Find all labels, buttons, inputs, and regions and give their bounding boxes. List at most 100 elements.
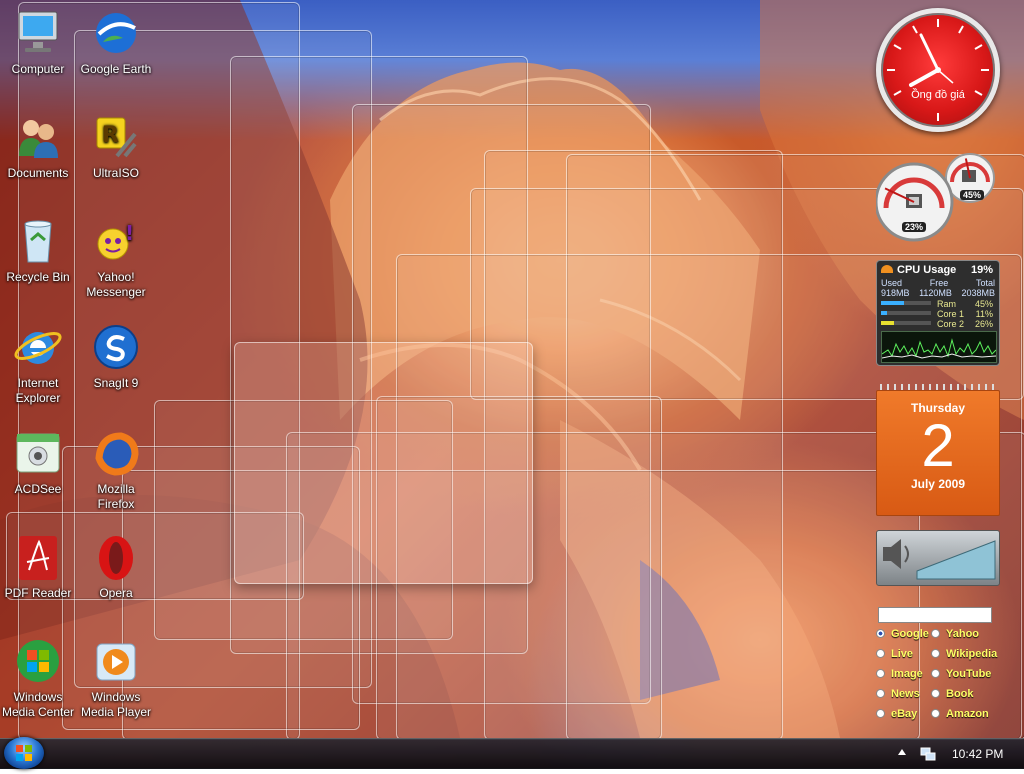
search-option-label: Yahoo — [946, 628, 980, 640]
taskbar: 10:42 PM — [0, 737, 1024, 769]
desktop-icon-opera[interactable]: Opera — [78, 532, 154, 601]
usage-row-value: 45% — [974, 299, 993, 309]
media-center-icon — [13, 636, 63, 686]
search-option-label: YouTube — [946, 668, 992, 680]
search-gadget[interactable]: Google Yahoo Live Wikipedia Image YouTube News… — [876, 606, 1024, 726]
desktop-icon-windows-media-player[interactable]: Windows Media Player — [78, 636, 154, 720]
mem-total-value: 2038MB — [961, 288, 995, 298]
search-option-yahoo[interactable]: Yahoo — [931, 628, 979, 640]
desktop-wallpaper: Computer Documents Recycle Bin Internet … — [0, 0, 1024, 768]
desktop-icon-google-earth[interactable]: Google Earth — [78, 8, 154, 77]
desktop-icon-yahoo-messenger[interactable]: ! Yahoo! Messenger — [78, 216, 154, 300]
icon-label: Windows Media Center — [1, 690, 75, 719]
show-hidden-icons-button[interactable] — [898, 749, 906, 755]
radio-button[interactable] — [876, 649, 885, 658]
desktop-icon-pdf-reader[interactable]: PDF Reader — [0, 532, 76, 601]
recycle-bin-icon — [13, 216, 63, 266]
search-option-label: eBay — [891, 708, 918, 720]
search-option-youtube[interactable]: YouTube — [931, 668, 991, 680]
desktop-icon-recycle-bin[interactable]: Recycle Bin — [0, 216, 76, 285]
mem-header-total: Total — [975, 278, 995, 288]
desktop-icon-internet-explorer[interactable]: Internet Explorer — [0, 322, 76, 406]
cpu-history-graph — [881, 331, 997, 363]
mem-header-used: Used — [881, 278, 903, 288]
icon-label: Documents — [7, 166, 69, 180]
desktop-icon-windows-media-center[interactable]: Windows Media Center — [0, 636, 76, 720]
search-option-wikipedia[interactable]: Wikipedia — [931, 648, 997, 660]
gauge-icon — [881, 265, 893, 273]
firefox-icon — [91, 428, 141, 478]
search-option-ebay[interactable]: eBay — [876, 708, 917, 720]
cpu-ram-meter-gadget[interactable]: 23% 45% — [876, 152, 1000, 244]
radio-button[interactable] — [931, 649, 940, 658]
acdsee-icon — [13, 428, 63, 478]
usage-row-label: Core 1 — [937, 309, 965, 319]
search-option-label: Wikipedia — [946, 648, 998, 660]
clock-gadget[interactable]: Ồng đồ giá — [876, 8, 1000, 132]
search-option-book[interactable]: Book — [931, 688, 974, 700]
radio-button[interactable] — [876, 689, 885, 698]
icon-label: Mozilla Firefox — [97, 482, 135, 511]
desktop-icon-acdsee[interactable]: ACDSee — [0, 428, 76, 497]
svg-text:R: R — [102, 123, 119, 148]
search-input[interactable] — [878, 607, 992, 623]
calendar-gadget[interactable]: Thursday 2 July 2009 — [876, 384, 1000, 516]
documents-icon — [13, 112, 63, 162]
usage-bar-fill — [881, 311, 887, 315]
search-option-live[interactable]: Live — [876, 648, 913, 660]
radio-button[interactable] — [931, 709, 940, 718]
search-option-image[interactable]: Image — [876, 668, 923, 680]
search-option-label: News — [891, 688, 920, 700]
radio-button[interactable] — [876, 669, 885, 678]
radio-button[interactable] — [931, 669, 940, 678]
icon-label: Google Earth — [80, 62, 152, 76]
usage-bar-fill — [881, 301, 904, 305]
mem-free-value: 1120MB — [919, 288, 952, 298]
search-option-amazon[interactable]: Amazon — [931, 708, 989, 720]
search-option-news[interactable]: News — [876, 688, 920, 700]
desktop-icon-snagit[interactable]: SnagIt 9 — [78, 322, 154, 391]
desktop-icon-firefox[interactable]: Mozilla Firefox — [78, 428, 154, 512]
start-button[interactable] — [4, 737, 44, 769]
calendar-day: 2 — [921, 412, 955, 479]
glass-window-active[interactable] — [234, 342, 533, 584]
desktop-icon-computer[interactable]: Computer — [0, 8, 76, 77]
desktop-icon-documents[interactable]: Documents — [0, 112, 76, 181]
usage-bar-fill — [881, 321, 894, 325]
internet-explorer-icon — [13, 322, 63, 372]
icon-label: SnagIt 9 — [93, 376, 139, 390]
cpu-meter-value: 23% — [902, 222, 927, 232]
ram-meter-value: 45% — [960, 190, 985, 200]
mem-used-value: 918MB — [881, 288, 910, 298]
radio-button[interactable] — [931, 629, 940, 638]
svg-text:!: ! — [125, 221, 134, 245]
desktop-icon-ultraiso[interactable]: R UltraISO — [78, 112, 154, 181]
icon-label: Recycle Bin — [6, 270, 70, 284]
usage-bar — [881, 301, 931, 305]
usage-row-value: 11% — [975, 309, 993, 319]
pdf-reader-icon — [13, 532, 63, 582]
icon-label: UltraISO — [92, 166, 139, 180]
volume-gadget[interactable] — [876, 530, 1000, 586]
radio-button[interactable] — [931, 689, 940, 698]
usage-row-label: Ram — [937, 299, 957, 309]
search-option-google[interactable]: Google — [876, 628, 929, 640]
usage-row-value: 26% — [974, 319, 993, 329]
icon-label: Computer — [11, 62, 65, 76]
radio-button[interactable] — [876, 709, 885, 718]
cpu-usage-gadget[interactable]: CPU Usage 19% Used Free Total 918MB 1120… — [876, 260, 1000, 366]
radio-button[interactable] — [876, 629, 885, 638]
usage-bar — [881, 321, 931, 325]
network-icon[interactable] — [920, 746, 936, 762]
taskbar-clock[interactable]: 10:42 PM — [952, 747, 1003, 761]
speaker-icon — [883, 539, 996, 580]
clock-face-icon — [887, 19, 989, 121]
google-earth-icon — [91, 8, 141, 58]
search-option-label: Google — [891, 628, 929, 640]
media-player-icon — [91, 636, 141, 686]
icon-label: Opera — [99, 586, 133, 600]
usage-bar — [881, 311, 931, 315]
search-option-label: Amazon — [946, 708, 989, 720]
clock-caption: Ồng đồ giá — [911, 89, 965, 101]
cpu-usage-percent: 19% — [970, 264, 993, 276]
